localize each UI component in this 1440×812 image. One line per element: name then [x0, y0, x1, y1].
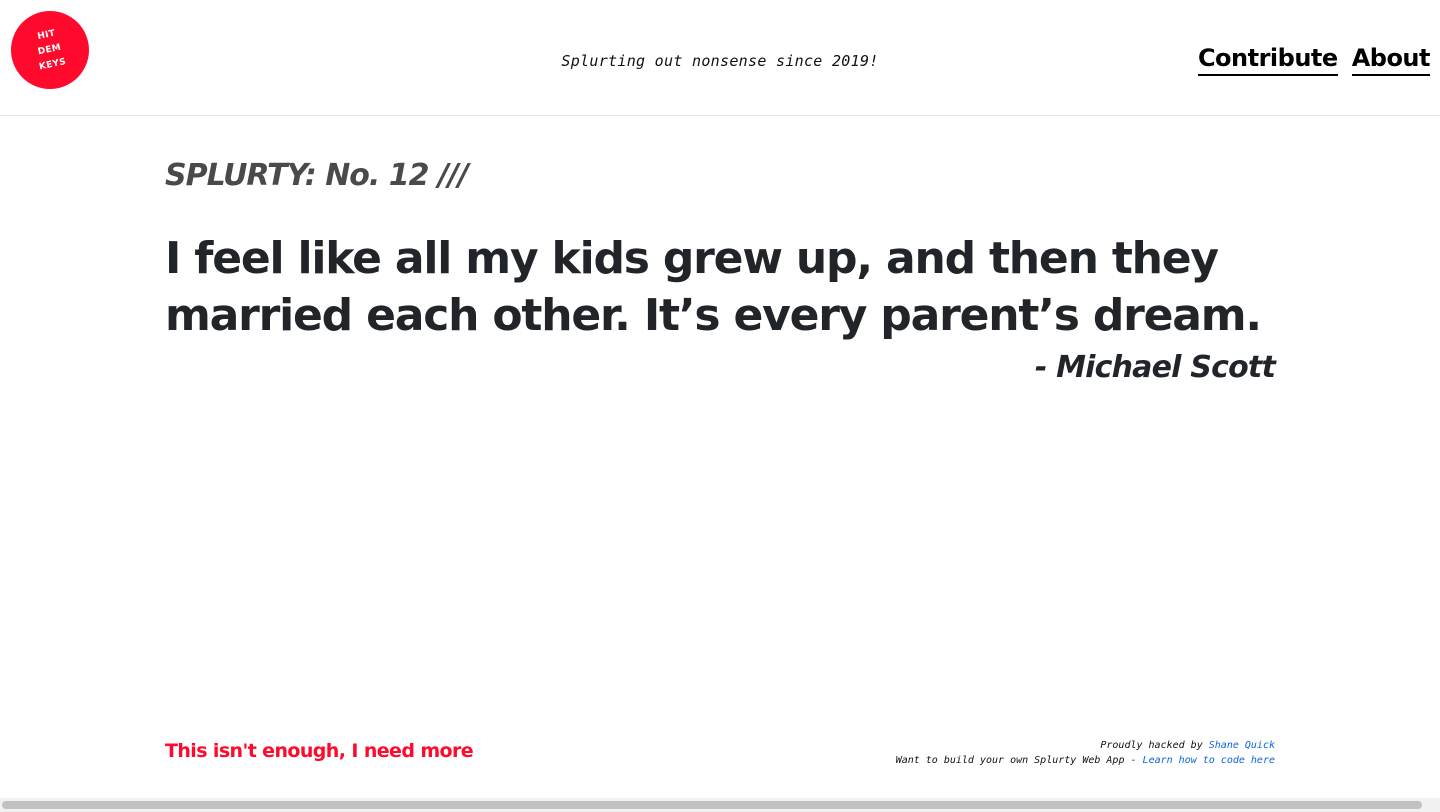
more-quotes-link[interactable]: This isn't enough, I need more — [165, 740, 474, 762]
build-line: Want to build your own Splurty Web App -… — [896, 753, 1275, 768]
quote-edition-title: SPLURTY: No. 12 /// — [165, 158, 469, 193]
scrollbar-thumb[interactable] — [2, 801, 1422, 809]
main-nav: Contribute About — [1197, 44, 1431, 76]
nav-about-link[interactable]: About — [1351, 44, 1431, 76]
learn-to-code-link[interactable]: Learn how to code here — [1143, 755, 1275, 766]
horizontal-scrollbar[interactable] — [0, 798, 1440, 812]
nav-contribute-link[interactable]: Contribute — [1197, 44, 1338, 76]
site-header: HIT DEM KEYS Splurting out nonsense sinc… — [0, 0, 1440, 116]
build-prefix: Want to build your own Splurty Web App - — [895, 755, 1137, 766]
credit-line: Proudly hacked by Shane Quick — [896, 738, 1275, 753]
author-link[interactable]: Shane Quick — [1209, 740, 1275, 751]
quote-author: - Michael Scott — [1034, 350, 1276, 385]
site-logo[interactable]: HIT DEM KEYS — [11, 11, 89, 89]
footer-credits: Proudly hacked by Shane Quick Want to bu… — [896, 738, 1275, 768]
credit-prefix: Proudly hacked by — [1100, 740, 1203, 751]
quote-text: I feel like all my kids grew up, and the… — [165, 233, 1262, 341]
